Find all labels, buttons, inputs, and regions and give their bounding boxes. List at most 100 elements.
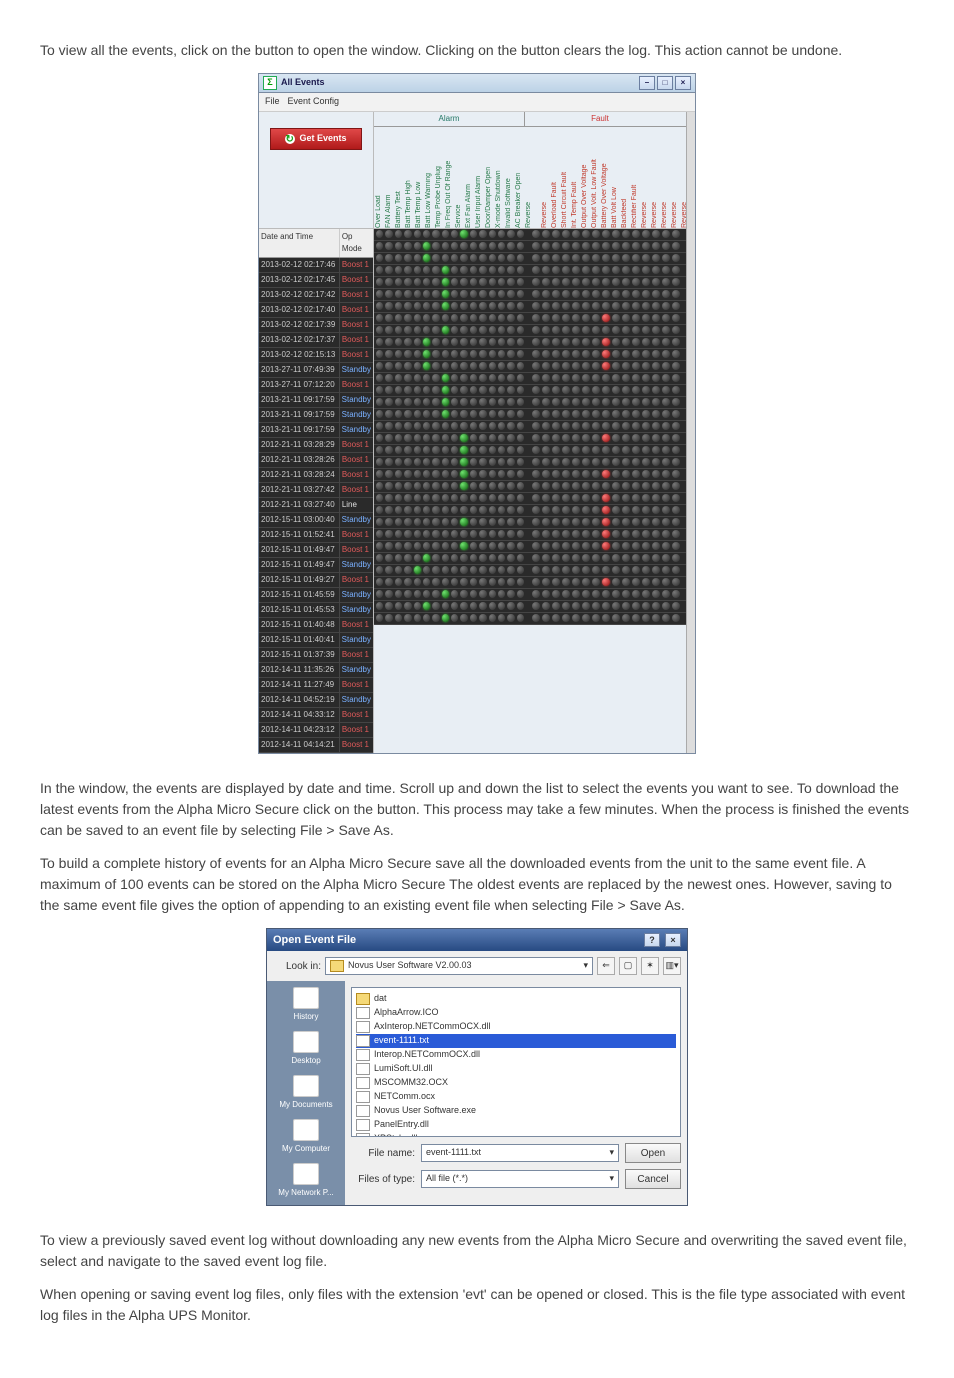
new-folder-button[interactable]: ✶ — [641, 957, 659, 975]
table-row[interactable]: 2012-15-11 01:37:39Boost 1 — [259, 648, 373, 663]
menu-file[interactable]: File — [265, 95, 280, 109]
status-dot — [582, 254, 590, 262]
menu-event-config[interactable]: Event Config — [288, 95, 340, 109]
status-dot — [498, 362, 505, 370]
status-dot — [442, 326, 449, 334]
file-item[interactable]: AlphaArrow.ICO — [356, 1006, 676, 1020]
cancel-button[interactable]: Cancel — [625, 1169, 681, 1189]
table-row[interactable]: 2013-02-12 02:17:37Boost 1 — [259, 333, 373, 348]
maximize-button[interactable]: □ — [657, 76, 673, 90]
table-row[interactable]: 2012-15-11 01:49:47Standby — [259, 558, 373, 573]
file-item[interactable]: PanelEntry.dll — [356, 1118, 676, 1132]
table-row[interactable]: 2013-21-11 09:17:59Standby — [259, 423, 373, 438]
up-button[interactable]: ▢ — [619, 957, 637, 975]
table-row[interactable]: 2013-27-11 07:12:20Boost 1 — [259, 378, 373, 393]
status-dot — [632, 374, 640, 382]
table-row[interactable]: 2012-15-11 01:52:41Boost 1 — [259, 528, 373, 543]
table-row[interactable]: 2012-21-11 03:28:24Boost 1 — [259, 468, 373, 483]
file-list[interactable]: datAlphaArrow.ICOAxInterop.NETCommOCX.dl… — [351, 987, 681, 1137]
filetype-combo[interactable]: All file (*.*) ▾ — [421, 1170, 619, 1188]
place-item[interactable]: History — [293, 987, 319, 1023]
table-row[interactable]: 2012-15-11 03:00:40Standby — [259, 513, 373, 528]
status-dot — [662, 494, 670, 502]
place-item[interactable]: My Documents — [279, 1075, 332, 1111]
table-row[interactable]: 2013-27-11 07:49:39Standby — [259, 363, 373, 378]
status-dot — [432, 374, 439, 382]
status-dot — [602, 434, 610, 442]
file-item[interactable]: event-1111.txt — [356, 1034, 676, 1048]
file-item[interactable]: dat — [356, 992, 676, 1006]
table-row[interactable]: 2012-15-11 01:49:27Boost 1 — [259, 573, 373, 588]
table-row[interactable]: 2012-15-11 01:49:47Boost 1 — [259, 543, 373, 558]
status-dot — [592, 242, 600, 250]
file-item[interactable]: AxInterop.NETCommOCX.dll — [356, 1020, 676, 1034]
table-row[interactable]: 2013-02-12 02:17:42Boost 1 — [259, 288, 373, 303]
status-dot — [642, 446, 650, 454]
file-item[interactable]: MSCOMM32.OCX — [356, 1076, 676, 1090]
back-button[interactable]: ⇐ — [597, 957, 615, 975]
status-dot — [602, 302, 610, 310]
status-dot — [562, 410, 570, 418]
status-dot — [498, 446, 505, 454]
status-dot — [498, 278, 505, 286]
open-button[interactable]: Open — [625, 1143, 681, 1163]
view-menu-button[interactable]: ▥▾ — [663, 957, 681, 975]
table-row[interactable]: 2012-15-11 01:40:41Standby — [259, 633, 373, 648]
table-row[interactable]: 2012-21-11 03:27:40Line — [259, 498, 373, 513]
status-dot — [542, 338, 550, 346]
status-dot — [460, 386, 467, 394]
fault-col-label: Output Over Voltage — [580, 126, 590, 228]
close-button[interactable]: × — [665, 933, 681, 947]
table-row[interactable]: 2012-15-11 01:45:53Standby — [259, 603, 373, 618]
filename-input[interactable]: event-1111.txt ▾ — [421, 1144, 619, 1162]
table-row[interactable]: 2013-02-12 02:17:45Boost 1 — [259, 273, 373, 288]
status-dot — [662, 350, 670, 358]
file-item[interactable]: Interop.NETCommOCX.dll — [356, 1048, 676, 1062]
status-dot — [489, 386, 496, 394]
table-row[interactable]: 2013-02-12 02:17:40Boost 1 — [259, 303, 373, 318]
status-dot — [395, 374, 402, 382]
table-row[interactable]: 2012-15-11 01:40:48Boost 1 — [259, 618, 373, 633]
table-row[interactable]: 2012-14-11 11:27:49Boost 1 — [259, 678, 373, 693]
help-button[interactable]: ? — [644, 933, 660, 947]
status-dot — [460, 266, 467, 274]
status-dot — [479, 362, 486, 370]
file-item[interactable]: Novus User Software.exe — [356, 1104, 676, 1118]
table-row[interactable]: 2012-21-11 03:28:26Boost 1 — [259, 453, 373, 468]
lookin-combo[interactable]: Novus User Software V2.00.03 ▾ — [325, 957, 593, 975]
status-dot — [460, 434, 467, 442]
table-row[interactable]: 2012-14-11 04:33:12Boost 1 — [259, 708, 373, 723]
file-item[interactable]: LumiSoft.UI.dll — [356, 1062, 676, 1076]
table-row[interactable]: 2013-02-12 02:17:39Boost 1 — [259, 318, 373, 333]
fault-col-label: Battery Over Voltage — [600, 126, 610, 228]
table-row[interactable]: 2013-21-11 09:17:59Standby — [259, 408, 373, 423]
status-dot — [489, 494, 496, 502]
table-row[interactable]: 2012-14-11 04:52:19Standby — [259, 693, 373, 708]
status-dot — [442, 350, 449, 358]
table-row[interactable]: 2012-15-11 01:45:59Standby — [259, 588, 373, 603]
status-dot — [423, 242, 430, 250]
table-row[interactable]: 2012-21-11 03:28:29Boost 1 — [259, 438, 373, 453]
place-label: Desktop — [291, 1055, 320, 1067]
status-dot — [376, 446, 383, 454]
table-row[interactable]: 2013-02-12 02:17:46Boost 1 — [259, 258, 373, 273]
table-row[interactable]: 2012-14-11 11:35:26Standby — [259, 663, 373, 678]
place-item[interactable]: My Network P... — [278, 1163, 333, 1199]
table-row[interactable]: 2012-14-11 04:14:21Boost 1 — [259, 738, 373, 753]
table-row[interactable]: 2013-02-12 02:15:13Boost 1 — [259, 348, 373, 363]
file-item[interactable]: NETComm.ocx — [356, 1090, 676, 1104]
table-row[interactable]: 2013-21-11 09:17:59Standby — [259, 393, 373, 408]
table-row[interactable]: 2012-14-11 04:23:12Boost 1 — [259, 723, 373, 738]
dot-row — [374, 373, 686, 385]
place-item[interactable]: Desktop — [291, 1031, 320, 1067]
status-dot — [562, 542, 570, 550]
file-item[interactable]: XPStyle.dll — [356, 1132, 676, 1137]
close-button[interactable]: × — [675, 76, 691, 90]
status-dot — [662, 578, 670, 586]
table-row[interactable]: 2012-21-11 03:27:42Boost 1 — [259, 483, 373, 498]
get-events-button[interactable]: Get Events — [270, 128, 362, 150]
minimize-button[interactable]: – — [639, 76, 655, 90]
place-item[interactable]: My Computer — [282, 1119, 330, 1155]
status-dot — [592, 602, 600, 610]
status-dot — [451, 482, 458, 490]
